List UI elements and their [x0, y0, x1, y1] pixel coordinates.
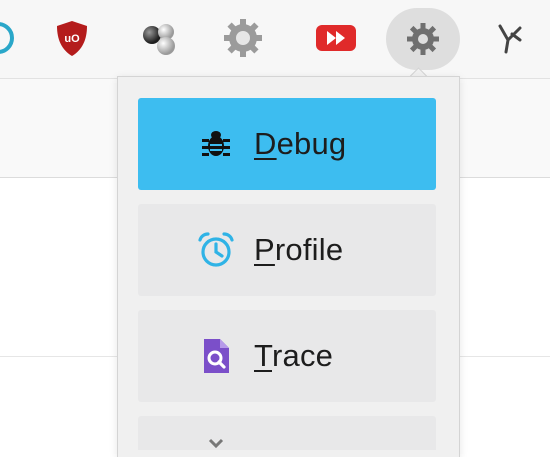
- gear-icon: [224, 19, 262, 57]
- settings-gear-extension-button[interactable]: [219, 14, 267, 62]
- menu-item-label: Debug: [254, 126, 347, 161]
- menu-item-trace[interactable]: Trace: [138, 310, 436, 402]
- ublock-shield-icon: uO: [57, 21, 87, 56]
- fast-forward-icon: [316, 25, 356, 51]
- partially-visible-icon: [196, 436, 236, 450]
- document-search-icon: [196, 336, 236, 376]
- devtools-bug-extension-button[interactable]: [386, 8, 460, 70]
- alarm-clock-icon: [196, 230, 236, 270]
- molecule-icon: [143, 24, 175, 55]
- menu-item-label: Profile: [254, 232, 344, 267]
- bug-icon: [196, 124, 236, 164]
- ublock-badge: uO: [64, 33, 80, 45]
- menu-item-profile[interactable]: Profile: [138, 204, 436, 296]
- fast-forward-extension-button[interactable]: [312, 14, 360, 62]
- circle-icon: [0, 22, 14, 54]
- menu-item-debug[interactable]: Debug: [138, 98, 436, 190]
- browser-toolbar: uO: [0, 0, 550, 79]
- menu-item-partial[interactable]: [138, 416, 436, 450]
- molecule-extension-button[interactable]: [136, 14, 184, 62]
- branch-icon: [498, 24, 522, 54]
- branch-extension-button[interactable]: [486, 14, 534, 62]
- menu-item-label: Trace: [254, 338, 334, 373]
- bug-gear-icon: [407, 23, 439, 55]
- ublock-origin-button[interactable]: uO: [48, 14, 96, 62]
- partial-circle-extension-button[interactable]: [0, 14, 22, 62]
